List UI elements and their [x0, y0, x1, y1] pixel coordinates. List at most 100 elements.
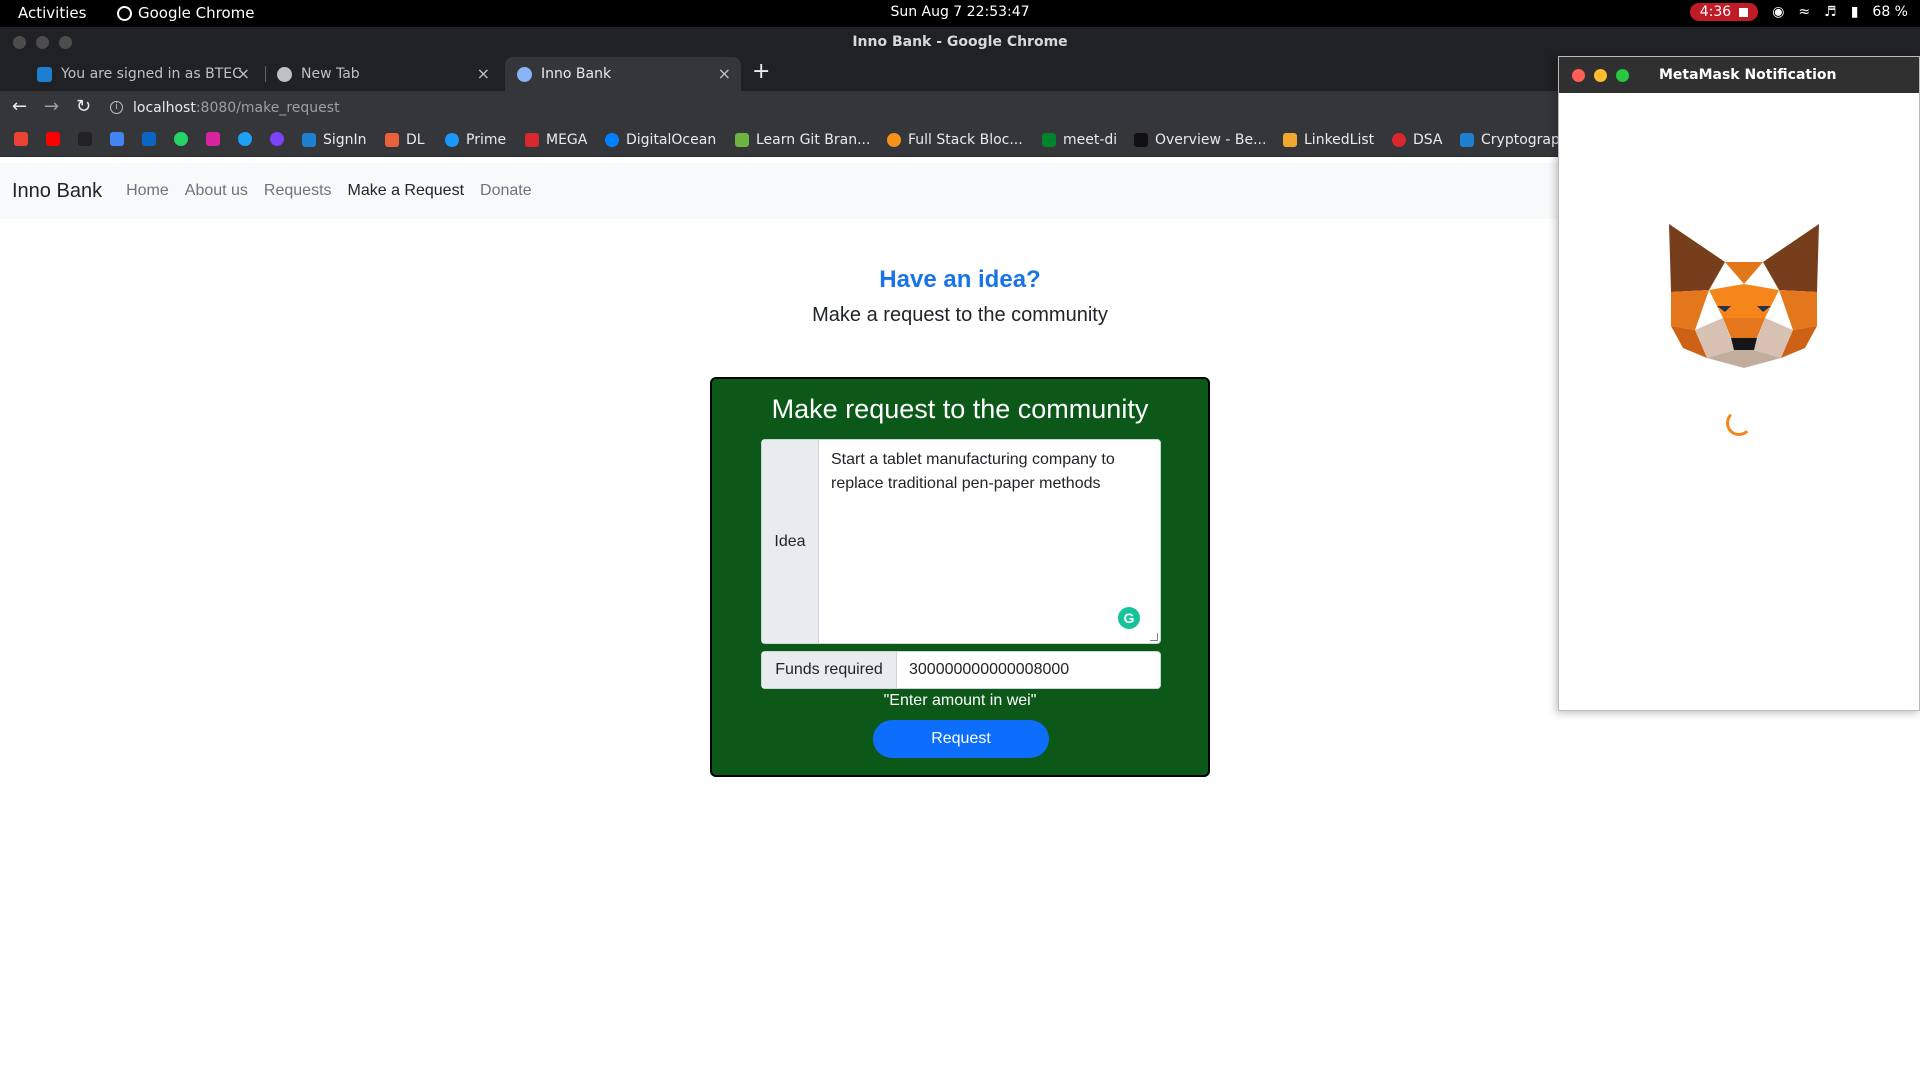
nav-link-home[interactable]: Home	[126, 182, 169, 200]
screen-record-indicator[interactable]: 4:36	[1689, 3, 1759, 21]
system-tray[interactable]: 4:36 ◉ ≈ ♬ ▮ 68 %	[1689, 3, 1908, 21]
os-top-bar: Activities Google Chrome Sun Aug 7 22:53…	[0, 0, 1920, 27]
close-tab-icon[interactable]: ×	[718, 64, 731, 83]
bookmark-docs[interactable]	[110, 132, 124, 146]
back-icon[interactable]: ←	[12, 96, 27, 117]
bookmark-github[interactable]	[78, 132, 92, 146]
metamask-fox-icon	[1669, 224, 1819, 368]
docs-icon	[110, 132, 124, 146]
bookmark-dsa[interactable]: DSA	[1392, 132, 1443, 148]
form-title: Make request to the community	[771, 394, 1149, 424]
bookmark-label: MEGA	[546, 132, 588, 148]
site-brand[interactable]: Inno Bank	[12, 180, 102, 203]
tab-signed-in[interactable]: You are signed in as BTEC ×	[25, 57, 260, 91]
idea-input-group: Idea Start a tablet manufacturing compan…	[761, 439, 1161, 644]
resize-handle-icon[interactable]	[1150, 633, 1158, 641]
gmail-icon	[14, 132, 28, 146]
nav-link-donate[interactable]: Donate	[480, 182, 532, 200]
funds-input-group: Funds required 300000000000008000	[761, 651, 1161, 689]
site-info-icon[interactable]: i	[110, 101, 123, 114]
funds-input[interactable]: 300000000000008000	[897, 652, 1160, 688]
window-title: Inno Bank - Google Chrome	[852, 34, 1068, 50]
tab-new-tab[interactable]: New Tab ×	[265, 57, 500, 91]
record-time: 4:36	[1699, 4, 1732, 20]
bookmark-purple[interactable]	[270, 132, 284, 146]
bookmark-cryptography[interactable]: Cryptograp	[1460, 132, 1560, 148]
request-button[interactable]: Request	[873, 720, 1049, 758]
metamask-title: MetaMask Notification	[1659, 67, 1837, 83]
tab-favicon	[517, 66, 532, 82]
chrome-icon	[277, 66, 292, 82]
tab-label: New Tab	[301, 66, 360, 82]
new-tab-button[interactable]: +	[752, 59, 770, 84]
idea-textarea[interactable]: Start a tablet manufacturing company to …	[819, 440, 1160, 643]
bookmark-label: Overview - Be...	[1155, 132, 1267, 148]
git-icon	[735, 133, 749, 147]
bookmark-linkedlist[interactable]: LinkedList	[1283, 132, 1374, 148]
bookmark-full-stack[interactable]: Full Stack Bloc...	[887, 132, 1023, 148]
whatsapp-icon	[174, 132, 188, 146]
window-controls	[13, 36, 72, 49]
dl-icon	[385, 133, 399, 147]
forward-icon[interactable]: →	[44, 96, 59, 117]
bookmark-dl[interactable]: DL	[385, 132, 425, 148]
bookmark-youtube[interactable]	[46, 132, 60, 146]
bookmark-linkedin[interactable]	[142, 132, 156, 146]
bookmark-digitalocean[interactable]: DigitalOcean	[605, 132, 716, 148]
bookmark-overview[interactable]: Overview - Be...	[1134, 132, 1266, 148]
address-bar[interactable]: i localhost :8080/make_request	[110, 94, 1550, 121]
bookmark-label: DSA	[1413, 132, 1443, 148]
nav-link-requests[interactable]: Requests	[264, 182, 332, 200]
tab-inno-bank[interactable]: Inno Bank ×	[505, 57, 741, 91]
volume-icon: ♬	[1824, 4, 1837, 20]
linkedin-icon	[142, 132, 156, 146]
reload-icon[interactable]: ↻	[76, 96, 91, 117]
nav-link-about[interactable]: About us	[185, 182, 248, 200]
nav-link-make-request[interactable]: Make a Request	[348, 182, 465, 200]
cryptography-icon	[1460, 133, 1474, 147]
bookmark-instagram[interactable]	[206, 132, 220, 146]
bookmark-label: SignIn	[323, 132, 367, 148]
clock[interactable]: Sun Aug 7 22:53:47	[0, 4, 1920, 20]
bookmark-label: DigitalOcean	[626, 132, 717, 148]
maximize-window-button[interactable]	[59, 36, 72, 49]
bookmark-meet[interactable]: meet-di	[1042, 132, 1117, 148]
close-tab-icon[interactable]: ×	[477, 64, 490, 83]
bookmark-prime[interactable]: Prime	[445, 132, 506, 148]
bookmark-gmail[interactable]	[14, 132, 28, 146]
bookmark-whatsapp[interactable]	[174, 132, 188, 146]
bookmark-twitter[interactable]	[238, 132, 252, 146]
funds-hint: "Enter amount in wei"	[883, 692, 1037, 709]
battery-icon: ▮	[1850, 4, 1859, 20]
request-form-card: Make request to the community Idea Start…	[710, 377, 1210, 777]
bookmark-label: LinkedList	[1304, 132, 1375, 148]
dsa-icon	[1392, 133, 1406, 147]
grammarly-icon[interactable]: G	[1118, 607, 1140, 629]
tab-label: You are signed in as BTEC	[61, 66, 242, 82]
popup-close-button[interactable]	[1572, 69, 1585, 82]
github-icon	[78, 132, 92, 146]
meet-icon	[1042, 133, 1056, 147]
popup-window-controls	[1572, 69, 1629, 82]
bookmark-label: Cryptograp	[1481, 132, 1560, 148]
window-titlebar: Inno Bank - Google Chrome	[0, 27, 1920, 57]
stop-icon	[1739, 7, 1749, 17]
twitter-icon	[238, 132, 252, 146]
popup-minimize-button[interactable]	[1594, 69, 1607, 82]
close-tab-icon[interactable]: ×	[237, 64, 250, 83]
popup-maximize-button[interactable]	[1616, 69, 1629, 82]
linkedlist-icon	[1283, 133, 1297, 147]
minimize-window-button[interactable]	[36, 36, 49, 49]
close-window-button[interactable]	[13, 36, 26, 49]
url-path: :8080/make_request	[195, 99, 340, 116]
tab-favicon	[37, 66, 52, 82]
bookmark-mega[interactable]: MEGA	[525, 132, 587, 148]
bookmark-learn-git[interactable]: Learn Git Bran...	[735, 132, 870, 148]
discord-icon[interactable]: ◉	[1772, 4, 1784, 20]
full-stack-icon	[887, 133, 901, 147]
bookmark-signin[interactable]: SignIn	[302, 132, 367, 148]
bookmark-label: meet-di	[1063, 132, 1118, 148]
bookmark-label: Prime	[466, 132, 507, 148]
overview-icon	[1134, 133, 1148, 147]
bookmark-icon	[270, 132, 284, 146]
